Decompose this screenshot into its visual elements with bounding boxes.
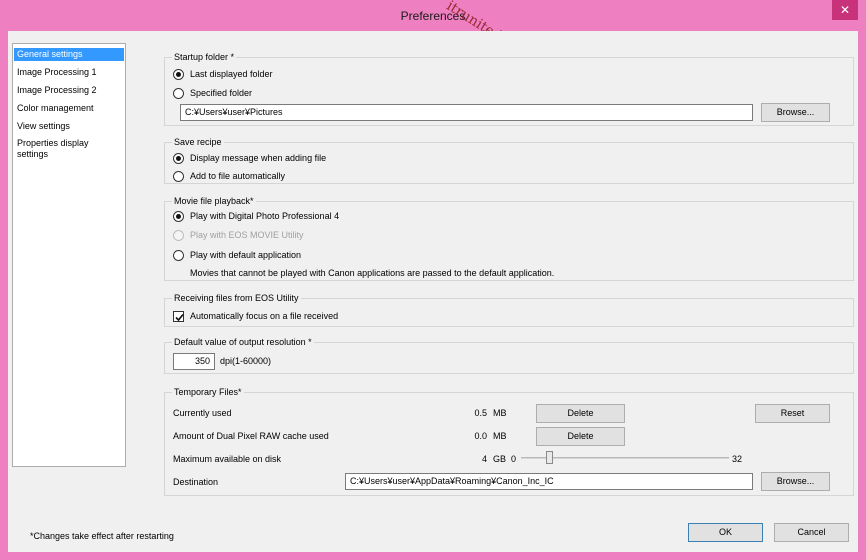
- receiving-files-group: Receiving files from EOS Utility Automat…: [164, 292, 854, 327]
- dual-pixel-cache-value: 0.0: [474, 431, 487, 441]
- destination-browse-button[interactable]: Browse...: [761, 472, 830, 491]
- currently-used-unit: MB: [493, 408, 507, 418]
- restart-note: *Changes take effect after restarting: [30, 531, 174, 541]
- reset-button[interactable]: Reset: [755, 404, 830, 423]
- movie-playback-note: Movies that cannot be played with Canon …: [190, 268, 555, 278]
- sidebar-item-properties-display-settings[interactable]: Properties display settings: [14, 138, 110, 160]
- temporary-files-group: Temporary Files* Currently used 0.5 MB D…: [164, 386, 854, 496]
- output-resolution-input[interactable]: 350: [173, 353, 215, 370]
- max-disk-unit: GB: [493, 454, 507, 464]
- sidebar-item-image-processing-2[interactable]: Image Processing 2: [14, 84, 124, 97]
- close-button[interactable]: ✕: [832, 0, 858, 20]
- sidebar-item-color-management[interactable]: Color management: [14, 102, 124, 115]
- sidebar-item-image-processing-1[interactable]: Image Processing 1: [14, 66, 124, 79]
- auto-focus-checkbox[interactable]: [173, 311, 184, 322]
- max-disk-label: Maximum available on disk: [173, 454, 282, 464]
- display-message-label: Display message when adding file: [190, 153, 327, 163]
- max-disk-slider[interactable]: [521, 451, 729, 465]
- movie-playback-title: Movie file playback*: [172, 195, 256, 207]
- radio-play-dpp[interactable]: [173, 211, 184, 222]
- startup-browse-button[interactable]: Browse...: [761, 103, 830, 122]
- slider-thumb[interactable]: [546, 451, 554, 464]
- radio-play-default-app[interactable]: [173, 250, 184, 261]
- checkmark-icon: [175, 313, 184, 322]
- settings-category-list[interactable]: General settings Image Processing 1 Imag…: [12, 43, 126, 467]
- delete-dual-pixel-cache-button[interactable]: Delete: [536, 427, 625, 446]
- play-default-app-label: Play with default application: [190, 250, 302, 260]
- destination-path-input[interactable]: C:¥Users¥user¥AppData¥Roaming¥Canon_Inc_…: [345, 473, 753, 490]
- delete-temp-files-button[interactable]: Delete: [536, 404, 625, 423]
- specified-folder-label: Specified folder: [190, 88, 253, 98]
- save-recipe-title: Save recipe: [172, 136, 224, 148]
- slider-min-label: 0: [511, 454, 517, 464]
- radio-display-message[interactable]: [173, 153, 184, 164]
- cancel-button[interactable]: Cancel: [774, 523, 849, 542]
- temporary-files-title: Temporary Files*: [172, 386, 244, 398]
- currently-used-label: Currently used: [173, 408, 232, 418]
- dual-pixel-cache-unit: MB: [493, 431, 507, 441]
- add-automatically-label: Add to file automatically: [190, 171, 286, 181]
- save-recipe-group: Save recipe Display message when adding …: [164, 136, 854, 184]
- output-resolution-title: Default value of output resolution *: [172, 336, 314, 348]
- radio-specified-folder[interactable]: [173, 88, 184, 99]
- play-eos-movie-utility-label: Play with EOS MOVIE Utility: [190, 230, 304, 240]
- radio-last-displayed-folder[interactable]: [173, 69, 184, 80]
- max-disk-value: 4: [481, 454, 487, 464]
- radio-play-eos-movie-utility: [173, 230, 184, 241]
- startup-folder-group: Startup folder * Last displayed folder S…: [164, 51, 854, 126]
- play-dpp-label: Play with Digital Photo Professional 4: [190, 211, 340, 221]
- window-title: Preferences: [400, 9, 466, 23]
- ok-button[interactable]: OK: [688, 523, 763, 542]
- dual-pixel-cache-label: Amount of Dual Pixel RAW cache used: [173, 431, 329, 441]
- title-bar[interactable]: Preferences itrunite.be ✕: [0, 0, 866, 51]
- movie-playback-group: Movie file playback* Play with Digital P…: [164, 195, 854, 281]
- radio-add-automatically[interactable]: [173, 171, 184, 182]
- destination-label: Destination: [173, 477, 219, 487]
- auto-focus-label: Automatically focus on a file received: [190, 311, 339, 321]
- output-resolution-group: Default value of output resolution * 350…: [164, 336, 854, 374]
- dialog-body: General settings Image Processing 1 Imag…: [8, 31, 858, 552]
- sidebar-item-view-settings[interactable]: View settings: [14, 120, 124, 133]
- last-displayed-folder-label: Last displayed folder: [190, 69, 273, 79]
- startup-folder-title: Startup folder *: [172, 51, 237, 63]
- slider-max-label: 32: [732, 454, 743, 464]
- startup-folder-path-input[interactable]: C:¥Users¥user¥Pictures: [180, 104, 753, 121]
- output-resolution-unit: dpi(1-60000): [220, 356, 272, 366]
- sidebar-item-general-settings[interactable]: General settings: [14, 48, 124, 61]
- currently-used-value: 0.5: [474, 408, 487, 418]
- receiving-files-title: Receiving files from EOS Utility: [172, 292, 301, 304]
- preferences-window: Preferences itrunite.be ✕ General settin…: [0, 0, 866, 560]
